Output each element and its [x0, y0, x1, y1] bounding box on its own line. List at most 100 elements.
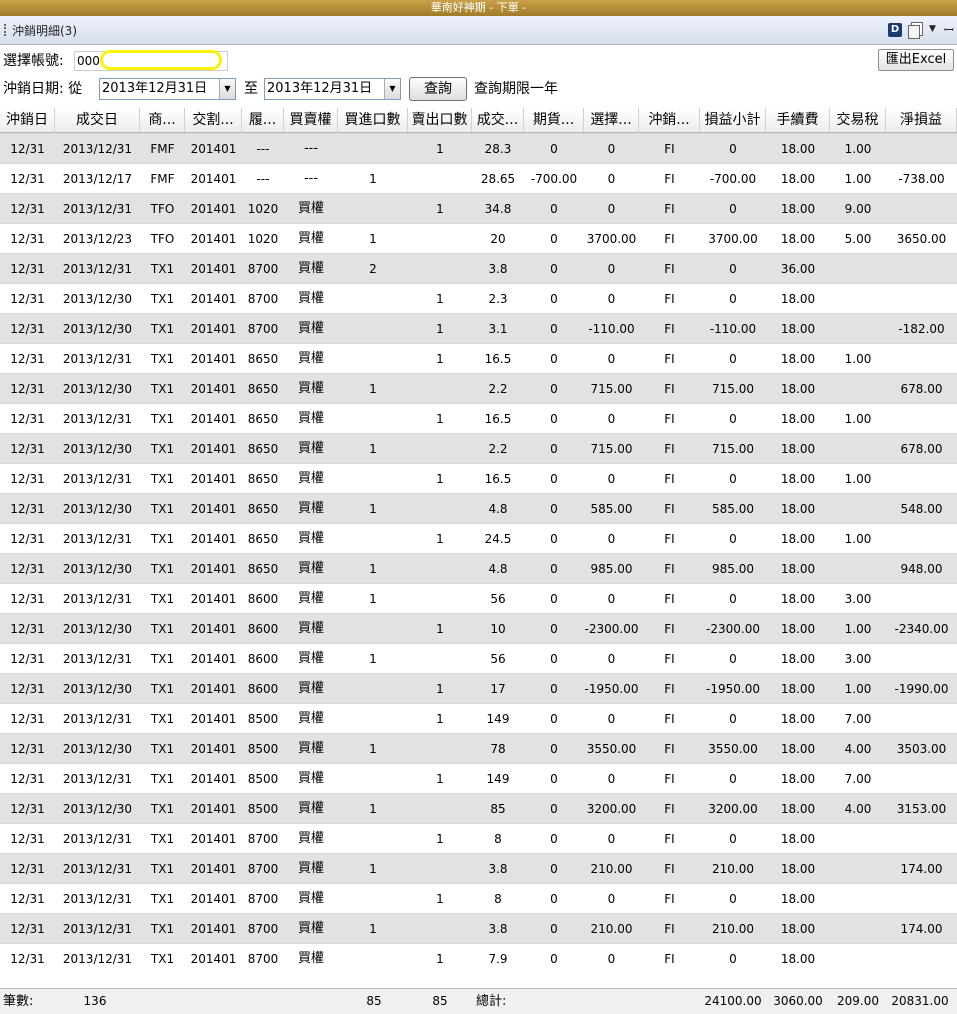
- cell-product: TX1: [150, 892, 175, 906]
- cell-pl-subtotal: 0: [729, 652, 737, 666]
- cell-fee: 18.00: [780, 922, 816, 936]
- cell-settle-type: FI: [664, 682, 675, 696]
- column-header-settle-date[interactable]: 沖銷日: [0, 108, 55, 132]
- table-row[interactable]: 12/31 2013/12/31 TX1 201401 8650 買權 1 24.5 0 0 FI 0…: [0, 523, 957, 553]
- cell-strike: 8650: [247, 352, 279, 366]
- table-row[interactable]: 12/31 2013/12/23 TFO 201401 1020 買權 1 20 0 3700.0…: [0, 223, 957, 253]
- cell-fee: 18.00: [780, 772, 816, 786]
- cell-settle-type: FI: [664, 472, 675, 486]
- table-row[interactable]: 12/31 2013/12/31 TX1 201401 8500 買權 1 149 0 0 FI 0 1…: [0, 703, 957, 733]
- cell-settle-date: 12/31: [10, 412, 45, 426]
- column-header-options-pl[interactable]: 選擇...: [584, 108, 639, 132]
- d-badge-icon[interactable]: D: [888, 23, 902, 37]
- column-header-buy-qty[interactable]: 買進口數: [338, 108, 408, 132]
- cell-futures-pl: 0: [550, 802, 558, 816]
- table-row[interactable]: 12/31 2013/12/30 TX1 201401 8650 買權 1 2.2 0 715.0…: [0, 373, 957, 403]
- cell-strike: 8600: [247, 592, 279, 606]
- cell-call-put: 買權: [297, 471, 324, 486]
- cell-settle-type: FI: [664, 202, 675, 216]
- cell-settle-type: FI: [664, 652, 675, 666]
- cell-net-pl: -738.00: [898, 172, 945, 186]
- query-button[interactable]: 查詢: [409, 77, 467, 101]
- cell-trade-price: 17: [490, 682, 506, 696]
- column-header-strike[interactable]: 履...: [242, 108, 284, 132]
- table-row[interactable]: 12/31 2013/12/31 TX1 201401 8700 買權 1 3.8 0 210.0…: [0, 853, 957, 883]
- table-row[interactable]: 12/31 2013/12/31 TX1 201401 8650 買權 1 16.5 0 0 FI 0…: [0, 343, 957, 373]
- cell-strike: 8650: [247, 562, 279, 576]
- table-row[interactable]: 12/31 2013/12/31 TFO 201401 1020 買權 1 34.8 0 0 FI 0…: [0, 193, 957, 223]
- table-row[interactable]: 12/31 2013/12/31 TX1 201401 8700 買權 2 3.8 0 0 FI 0 3…: [0, 253, 957, 283]
- table-row[interactable]: 12/31 2013/12/31 TX1 201401 8600 買權 1 56 0 0 FI 0 18…: [0, 643, 957, 673]
- panel-title: 沖銷明細(3): [12, 24, 77, 38]
- table-row[interactable]: 12/31 2013/12/30 TX1 201401 8600 買權 1 10 0 -2300.…: [0, 613, 957, 643]
- cell-product: TX1: [150, 412, 175, 426]
- column-header-trade-price[interactable]: 成交...: [472, 108, 524, 132]
- column-header-delivery-month[interactable]: 交割...: [185, 108, 242, 132]
- table-row[interactable]: 12/31 2013/12/31 TX1 201401 8650 買權 1 16.5 0 0 FI 0…: [0, 463, 957, 493]
- table-row[interactable]: 12/31 2013/12/31 TX1 201401 8700 買權 1 3.8 0 210.0…: [0, 913, 957, 943]
- copy-window-icon[interactable]: [908, 22, 923, 39]
- dropdown-arrow-icon[interactable]: ▼: [384, 79, 400, 99]
- grip-icon[interactable]: [4, 24, 8, 36]
- column-header-call-put[interactable]: 買賣權: [284, 108, 338, 132]
- cell-pl-subtotal: 3700.00: [708, 232, 758, 246]
- column-header-trade-date[interactable]: 成交日: [55, 108, 140, 132]
- cell-tax: 9.00: [844, 202, 872, 216]
- table-row[interactable]: 12/31 2013/12/30 TX1 201401 8500 買權 1 78 0 3550.0…: [0, 733, 957, 763]
- cell-product: TFO: [150, 232, 175, 246]
- chevron-down-icon[interactable]: ▼: [929, 24, 936, 34]
- date-to-picker[interactable]: 2013年12月31日 ▼: [264, 78, 401, 100]
- cell-call-put: 買權: [297, 951, 324, 966]
- table-row[interactable]: 12/31 2013/12/30 TX1 201401 8650 買權 1 4.8 0 985.0…: [0, 553, 957, 583]
- column-header-product[interactable]: 商...: [140, 108, 185, 132]
- count-value: 136: [83, 994, 107, 1008]
- cell-trade-date: 2013/12/31: [62, 922, 133, 936]
- cell-buy-qty: [338, 404, 408, 433]
- cell-net-pl: 3153.00: [896, 802, 947, 816]
- cell-pl-subtotal: -1950.00: [706, 682, 760, 696]
- cell-net-pl: [886, 704, 957, 733]
- table-row[interactable]: 12/31 2013/12/30 TX1 201401 8500 買權 1 85 0 3200.0…: [0, 793, 957, 823]
- table-row[interactable]: 12/31 2013/12/31 TX1 201401 8650 買權 1 16.5 0 0 FI 0…: [0, 403, 957, 433]
- cell-fee: 18.00: [780, 862, 816, 876]
- table-row[interactable]: 12/31 2013/12/31 TX1 201401 8700 買權 1 8 0 0 FI 0 18.…: [0, 823, 957, 853]
- export-excel-button[interactable]: 匯出Excel: [878, 49, 954, 71]
- cell-buy-qty: 1: [369, 232, 377, 246]
- table-row[interactable]: 12/31 2013/12/31 FMF 201401 --- --- 1 28.3 0 0 FI 0…: [0, 133, 957, 163]
- cell-pl-subtotal: 585.00: [712, 502, 754, 516]
- cell-sell-qty: 1: [436, 472, 444, 486]
- table-row[interactable]: 12/31 2013/12/30 TX1 201401 8600 買權 1 17 0 -1950.…: [0, 673, 957, 703]
- dropdown-arrow-icon[interactable]: ▼: [219, 79, 235, 99]
- table-row[interactable]: 12/31 2013/12/30 TX1 201401 8650 買權 1 4.8 0 585.0…: [0, 493, 957, 523]
- column-header-net-pl[interactable]: 淨損益: [886, 108, 957, 132]
- column-header-tax[interactable]: 交易稅: [830, 108, 886, 132]
- table-row[interactable]: 12/31 2013/12/31 TX1 201401 8600 買權 1 56 0 0 FI 0 18…: [0, 583, 957, 613]
- cell-pl-subtotal: 0: [729, 202, 737, 216]
- cell-net-pl: [886, 764, 957, 793]
- cell-settle-date: 12/31: [10, 322, 45, 336]
- cell-futures-pl: -700.00: [530, 172, 578, 186]
- table-row[interactable]: 12/31 2013/12/31 TX1 201401 8700 買權 1 7.9 0 0 FI 0 1…: [0, 943, 957, 973]
- table-row[interactable]: 12/31 2013/12/17 FMF 201401 --- --- 1 28.65 -700…: [0, 163, 957, 193]
- cell-call-put: 買權: [297, 771, 324, 786]
- pin-icon[interactable]: ꟷ: [944, 21, 954, 38]
- column-header-futures-pl[interactable]: 期貨...: [524, 108, 584, 132]
- table-row[interactable]: 12/31 2013/12/31 TX1 201401 8700 買權 1 8 0 0 FI 0 18.…: [0, 883, 957, 913]
- column-header-sell-qty[interactable]: 賣出口數: [408, 108, 472, 132]
- column-header-fee[interactable]: 手續費: [766, 108, 830, 132]
- cell-product: TX1: [150, 922, 175, 936]
- table-row[interactable]: 12/31 2013/12/30 TX1 201401 8700 買權 1 3.1 0 -110.…: [0, 313, 957, 343]
- column-header-pl-subtotal[interactable]: 損益小計: [700, 108, 766, 132]
- cell-trade-price: 3.8: [488, 862, 508, 876]
- cell-settle-date: 12/31: [10, 502, 45, 516]
- table-row[interactable]: 12/31 2013/12/30 TX1 201401 8700 買權 1 2.3 0 0 FI 0 1…: [0, 283, 957, 313]
- table-row[interactable]: 12/31 2013/12/31 TX1 201401 8500 買權 1 149 0 0 FI 0 1…: [0, 763, 957, 793]
- cell-strike: 8500: [247, 802, 279, 816]
- cell-call-put: 買權: [297, 741, 324, 756]
- date-from-picker[interactable]: 2013年12月31日 ▼: [99, 78, 236, 100]
- table-row[interactable]: 12/31 2013/12/30 TX1 201401 8650 買權 1 2.2 0 715.0…: [0, 433, 957, 463]
- cell-strike: 8700: [247, 952, 279, 966]
- column-header-settle-type[interactable]: 沖銷...: [639, 108, 700, 132]
- cell-strike: 8650: [247, 472, 279, 486]
- cell-settle-type: FI: [664, 532, 675, 546]
